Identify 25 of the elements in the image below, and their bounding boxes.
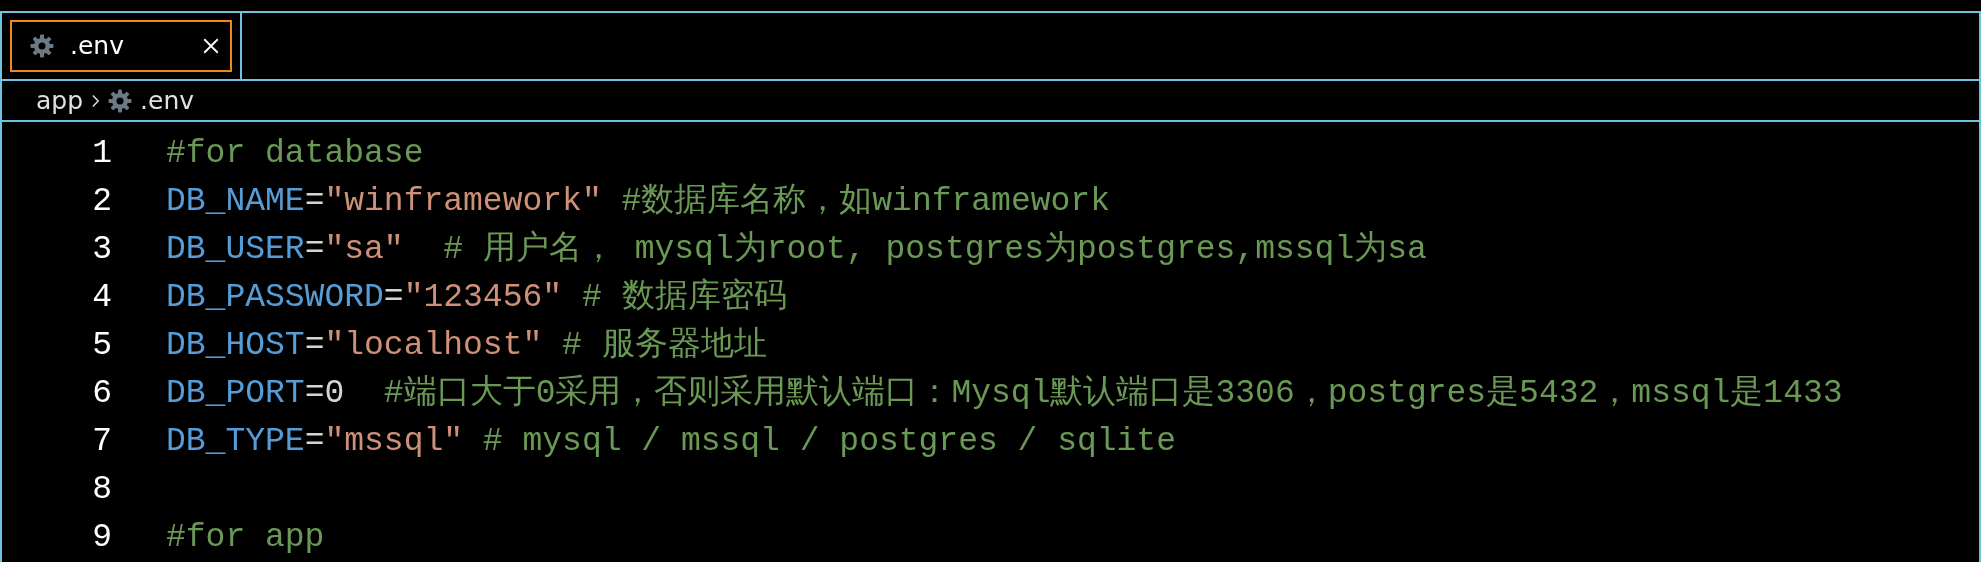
code-line: DB_PASSWORD="123456" # 数据库密码 [166, 277, 787, 319]
line-number: 2 [91, 182, 112, 223]
line-number: 8 [91, 470, 112, 511]
line-number: 6 [91, 374, 112, 415]
line-number: 4 [91, 278, 112, 319]
code-line: DB_HOST="localhost" # 服务器地址 [166, 326, 767, 367]
line-number: 9 [91, 518, 112, 559]
code-line: #for database [166, 134, 424, 175]
gear-icon [108, 88, 133, 113]
close-icon[interactable] [202, 37, 220, 55]
gear-icon [30, 34, 54, 58]
code-line: DB_NAME="winframework" #数据库名称，如winframework [166, 181, 1110, 223]
code-line: DB_USER="sa" # 用户名， mysql为root, postgres为postgres,mssql为sa [166, 229, 1427, 271]
code-line: #for app [166, 518, 325, 559]
tab-label: .env [70, 30, 125, 63]
line-number: 5 [91, 326, 112, 367]
code-line: DB_TYPE="mssql" # mysql / mssql / postgres / sqlite [166, 422, 1176, 463]
line-number: 1 [91, 134, 112, 175]
editor-tab[interactable]: .env [10, 20, 232, 72]
breadcrumb-item[interactable]: app [36, 81, 84, 120]
breadcrumb-item[interactable]: .env [140, 81, 195, 120]
line-number: 7 [91, 422, 112, 463]
chevron-icon [91, 92, 101, 109]
code-line: DB_PORT=0 #端口大于0采用，否则采用默认端口：Mysql默认端口是3306，postgres是5432，mssql是1433 [166, 373, 1843, 415]
line-number: 3 [91, 230, 112, 271]
